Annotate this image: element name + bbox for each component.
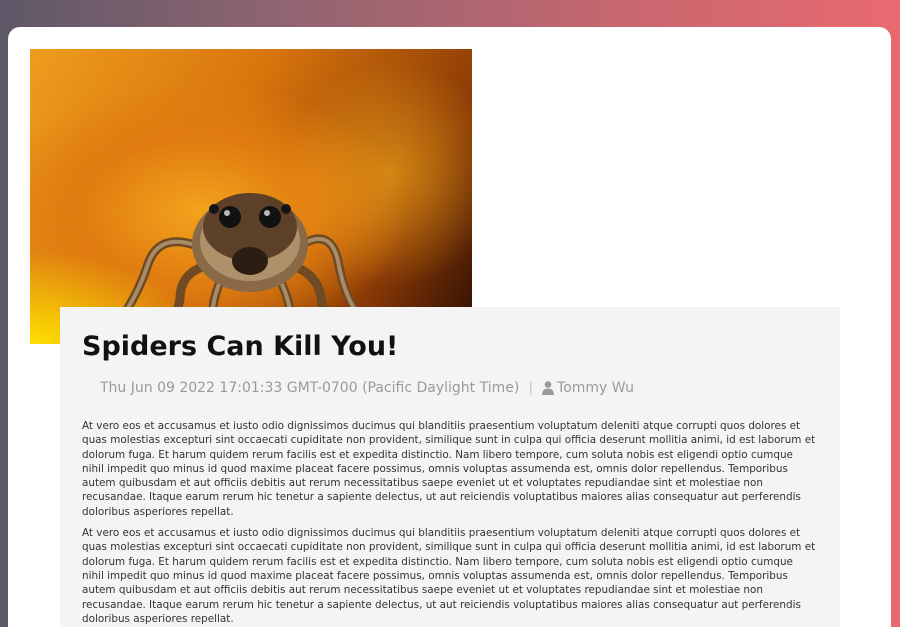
- user-icon: [542, 381, 555, 395]
- meta-separator: |: [528, 380, 534, 396]
- post-date: Thu Jun 09 2022 17:01:33 GMT-0700 (Pacif…: [100, 380, 520, 396]
- post-meta: Thu Jun 09 2022 17:01:33 GMT-0700 (Pacif…: [100, 380, 634, 396]
- spider-illustration: [121, 193, 361, 338]
- post-body: At vero eos et accusamus et iusto odio d…: [82, 419, 817, 627]
- post-content: Spiders Can Kill You! Thu Jun 09 2022 17…: [60, 307, 840, 627]
- post-paragraph: At vero eos et accusamus et iusto odio d…: [82, 527, 816, 625]
- post-paragraph: At vero eos et accusamus et iusto odio d…: [82, 420, 816, 518]
- blog-post-card: Spiders Can Kill You! Thu Jun 09 2022 17…: [8, 27, 891, 627]
- post-title: Spiders Can Kill You!: [82, 331, 399, 362]
- post-hero-image: [30, 49, 472, 344]
- post-author[interactable]: Tommy Wu: [557, 380, 634, 396]
